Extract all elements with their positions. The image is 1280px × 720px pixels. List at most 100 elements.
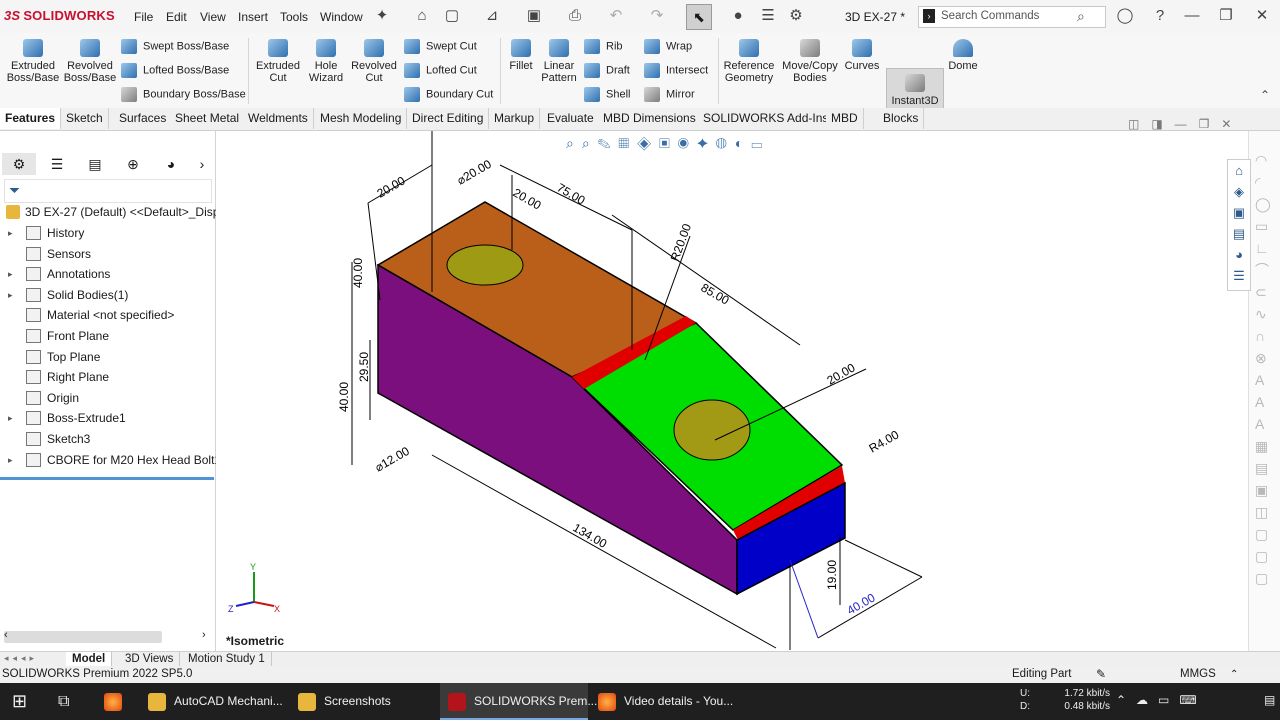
task-view-icon[interactable]: ⧉ (58, 683, 69, 720)
menu-edit[interactable]: Edit (166, 10, 187, 24)
tree-item[interactable]: ▸ Annotations (0, 264, 214, 284)
expand-arrow-icon[interactable]: ▸ (8, 408, 13, 428)
rebuild-icon[interactable]: ✎ (1096, 666, 1106, 683)
hole-top[interactable] (446, 244, 524, 286)
fillet-button[interactable]: Fillet (504, 39, 538, 72)
graphics-area[interactable]: ⌕⌕✎▦◈▣◉✦◍◐▭ ◫◨—❐✕ 20.00 ⌀20.00 20.00 75.… (216, 117, 1246, 651)
menu-view[interactable]: View (200, 10, 226, 24)
tab-model[interactable]: Model (66, 652, 113, 666)
taskbar-firefox-video[interactable]: Video details - You... (598, 683, 742, 720)
tab-solidworks-addins[interactable]: SOLIDWORKS Add-Ins (698, 108, 835, 129)
display-manager-tab-icon[interactable]: ◕ (154, 153, 188, 175)
tab-motion-study[interactable]: Motion Study 1 (182, 652, 272, 666)
feature-manager-tab-icon[interactable]: ⚙ (2, 153, 36, 175)
curves-button[interactable]: Curves (843, 39, 881, 72)
tab-direct-editing[interactable]: Direct Editing (407, 108, 490, 129)
horizontal-scrollbar[interactable] (4, 631, 162, 643)
tab-evaluate[interactable]: Evaluate (542, 108, 600, 129)
menu-tools[interactable]: Tools (280, 10, 308, 24)
windows-start-icon[interactable]: ⊞ (12, 683, 27, 720)
viewport-window-controls[interactable]: ◫◨—❐✕ (1128, 117, 1244, 131)
restore-window-icon[interactable]: ❐ (1216, 7, 1236, 25)
tree-item[interactable]: ▸ History (0, 223, 214, 243)
tab-markup[interactable]: Markup (489, 108, 541, 129)
taskbar-autocad[interactable]: AutoCAD Mechani... (148, 683, 290, 720)
select-cursor-icon[interactable]: ⬉ (686, 4, 712, 30)
task-pane-tabs[interactable]: ⌂ ◈ ▣ ▤ ◕ ☰ (1227, 159, 1251, 291)
dimxpert-tab-icon[interactable]: ⊕ (116, 153, 150, 175)
search-icon[interactable]: ⌕ (1077, 8, 1085, 25)
expand-arrow-icon[interactable]: ▸ (8, 285, 13, 305)
tab-features[interactable]: Features (0, 108, 61, 129)
options-gear-icon[interactable]: ⚙ (786, 7, 806, 25)
unit-system[interactable]: MMGS (1180, 666, 1216, 683)
menu-insert[interactable]: Insert (238, 10, 268, 24)
scroll-left-icon[interactable]: ‹ (4, 629, 8, 641)
open-folder-icon[interactable]: ⊿ (482, 7, 502, 25)
help-icon[interactable]: ? (1150, 7, 1170, 25)
chevron-right-icon[interactable]: › (192, 153, 212, 175)
tree-item[interactable]: Front Plane (0, 326, 214, 346)
chevron-up-icon[interactable]: ⌃ (1230, 666, 1238, 683)
tree-item[interactable]: ▸ Solid Bodies(1) (0, 285, 214, 305)
draft-button[interactable]: Draft (584, 63, 630, 78)
tab-mbd-dimensions[interactable]: MBD Dimensions (598, 108, 702, 129)
revolved-cut-button[interactable]: Revolved Cut (350, 39, 398, 84)
save-icon[interactable]: ▣ (524, 7, 544, 25)
expand-arrow-icon[interactable]: ▸ (8, 223, 13, 243)
revolved-boss-button[interactable]: Revolved Boss/Base (63, 39, 117, 84)
tab-mesh-modeling[interactable]: Mesh Modeling (315, 108, 408, 129)
linear-pattern-button[interactable]: Linear Pattern (539, 39, 579, 84)
tree-item[interactable]: Right Plane (0, 367, 214, 387)
tree-item[interactable]: Material <not specified> (0, 305, 214, 325)
reference-geometry-button[interactable]: Reference Geometry (722, 39, 776, 84)
tree-item[interactable]: Top Plane (0, 347, 214, 367)
close-window-icon[interactable]: ✕ (1252, 7, 1272, 25)
configuration-manager-tab-icon[interactable]: ▤ (78, 153, 112, 175)
mirror-button[interactable]: Mirror (644, 87, 695, 102)
collapse-ribbon-icon[interactable]: ⌃ (1260, 88, 1270, 102)
hole-wizard-button[interactable]: Hole Wizard (304, 39, 348, 84)
search-commands-input[interactable]: › Search Commands ⌕ (918, 6, 1106, 28)
extruded-cut-button[interactable]: Extruded Cut (254, 39, 302, 84)
expand-arrow-icon[interactable]: ▸ (8, 264, 13, 284)
redo-icon[interactable]: ↷ (647, 7, 667, 25)
solidworks-logo[interactable]: 3S SOLIDWORKS (4, 8, 115, 23)
swept-boss-button[interactable]: Swept Boss/Base (121, 39, 229, 54)
shell-button[interactable]: Shell (584, 87, 630, 102)
move-copy-bodies-button[interactable]: Move/Copy Bodies (780, 39, 840, 84)
print-icon[interactable]: ⎙ (565, 7, 585, 25)
tab-scroll-arrows-icon[interactable]: ◂◂◂▸ (4, 653, 38, 664)
taskbar-screenshots[interactable]: Screenshots (298, 683, 436, 720)
tab-surfaces[interactable]: Surfaces (114, 108, 173, 129)
system-tray-icons[interactable]: ⌃☁▭⌨ (1116, 693, 1207, 707)
undo-icon[interactable]: ↶ (606, 7, 626, 25)
rib-button[interactable]: Rib (584, 39, 623, 54)
file-properties-icon[interactable]: ☰ (758, 7, 778, 25)
tree-item[interactable]: ▸ CBORE for M20 Hex Head Bolt1 (0, 450, 221, 470)
boundary-boss-button[interactable]: Boundary Boss/Base (121, 87, 246, 102)
extruded-boss-button[interactable]: Extruded Boss/Base (6, 39, 60, 84)
intersect-button[interactable]: Intersect (644, 63, 708, 78)
pin-icon[interactable]: ✦ (372, 7, 392, 25)
tab-mbd[interactable]: MBD (826, 108, 864, 129)
lofted-boss-button[interactable]: Lofted Boss/Base (121, 63, 229, 78)
swept-cut-button[interactable]: Swept Cut (404, 39, 477, 54)
tab-sheet-metal[interactable]: Sheet Metal (170, 108, 246, 129)
tab-3d-views[interactable]: 3D Views (119, 652, 181, 666)
model-view[interactable]: 20.00 ⌀20.00 20.00 75.00 R20.00 85.00 40… (216, 131, 1246, 651)
hole-slope[interactable] (673, 399, 751, 461)
tree-item[interactable]: ▸ Boss-Extrude1 (0, 408, 214, 428)
tree-item[interactable]: Sketch3 (0, 429, 214, 449)
menu-window[interactable]: Window (320, 10, 363, 24)
new-document-icon[interactable]: ▢ (442, 7, 462, 25)
taskbar-solidworks[interactable]: SOLIDWORKS Prem... (440, 683, 597, 720)
sketch-tools-strip-icon[interactable]: ◠ ◜ ◯ ▭ ∟ ⌒ ⊂ ∿ ∩ ⊗ A A A ▦ ▤ ▣ ◫ ▢ ▢ ▢ (1255, 149, 1271, 589)
tab-weldments[interactable]: Weldments (243, 108, 314, 129)
property-manager-tab-icon[interactable]: ☰ (40, 153, 74, 175)
scroll-right-icon[interactable]: › (202, 629, 206, 641)
notifications-icon[interactable]: ▤ (1264, 693, 1275, 707)
boundary-cut-button[interactable]: Boundary Cut (404, 87, 493, 102)
lofted-cut-button[interactable]: Lofted Cut (404, 63, 477, 78)
tree-item[interactable]: Origin (0, 388, 214, 408)
